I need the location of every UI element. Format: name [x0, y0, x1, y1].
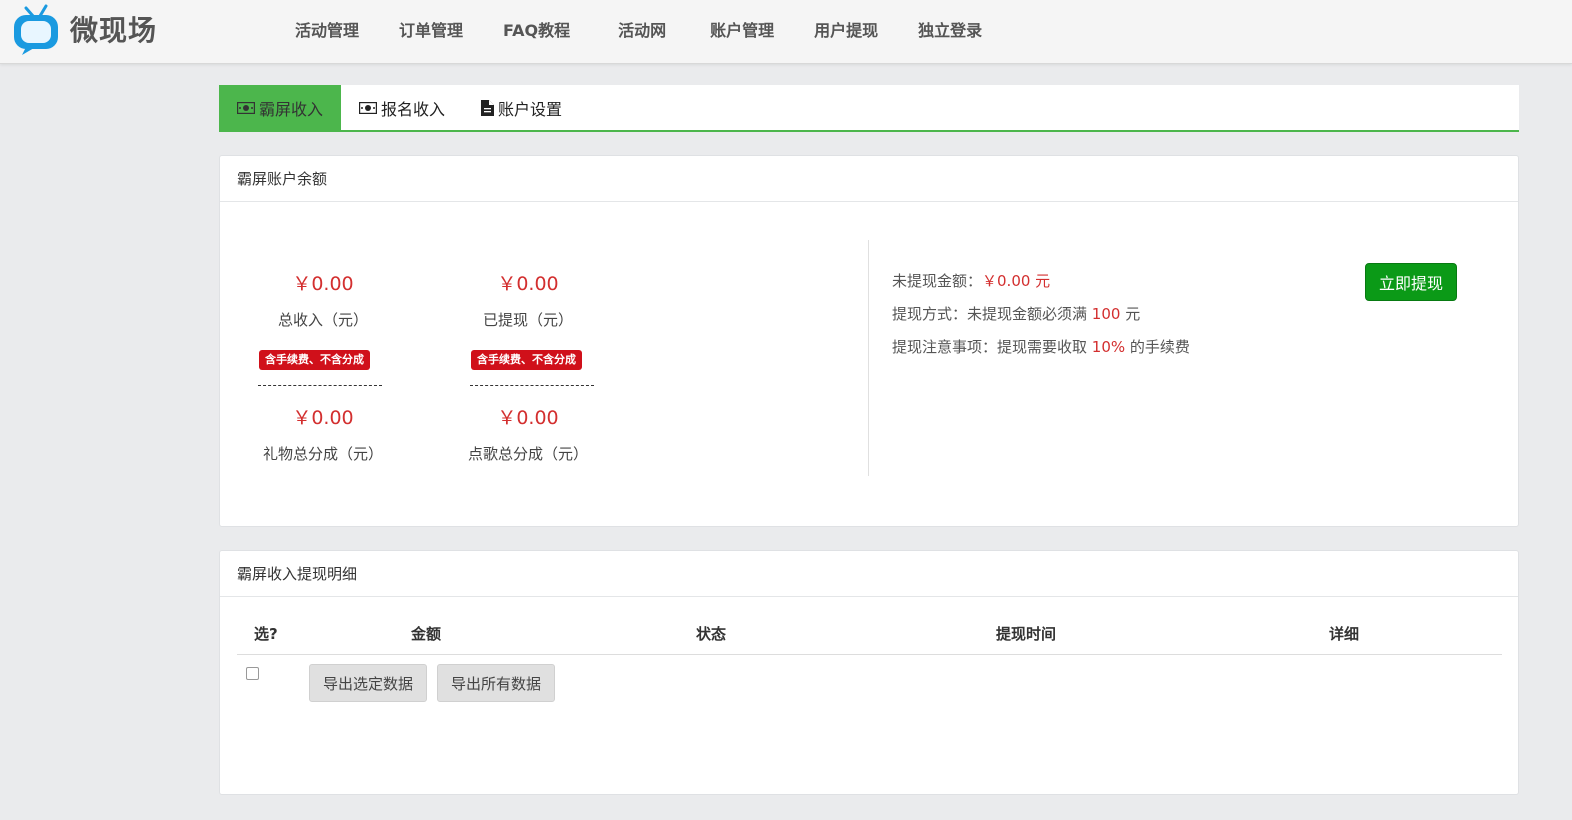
document-icon — [481, 99, 495, 116]
fee-badge: 含手续费、不含分成 — [471, 350, 582, 370]
tab-label: 霸屏收入 — [259, 99, 324, 119]
column-amount: 金额 — [411, 625, 442, 643]
tab-account-settings[interactable]: 账户设置 — [463, 85, 580, 130]
logo-text: 微现场 — [70, 14, 158, 47]
method-value: 100 — [1091, 305, 1121, 323]
nav-account-management[interactable]: 账户管理 — [690, 17, 794, 41]
select-all-checkbox[interactable] — [246, 667, 259, 680]
stat-label: 礼物总分成（元） — [262, 445, 383, 463]
withdraw-method-line: 提现方式：未提现金额必须满 100 元 — [892, 303, 1140, 324]
withdraw-now-button[interactable]: 立即提现 — [1365, 263, 1457, 301]
panel-title: 霸屏收入提现明细 — [220, 551, 1518, 597]
vertical-divider — [868, 240, 869, 476]
balance-panel: 霸屏账户余额 ￥0.00 总收入（元） ￥0.00 已提现（元） 含手续费、不含… — [219, 155, 1519, 527]
export-all-button[interactable]: 导出所有数据 — [437, 664, 556, 702]
stat-value: ￥0.00 — [292, 273, 354, 295]
stat-value: ￥0.00 — [497, 273, 559, 295]
stat-total-income: ￥0.00 总收入（元） — [253, 269, 393, 330]
stat-withdrawn: ￥0.00 已提现（元） — [458, 269, 598, 330]
main-nav: 活动管理 订单管理 FAQ教程 活动网 账户管理 用户提现 独立登录 — [275, 0, 1002, 58]
pending-value: ￥0.00 元 — [982, 272, 1051, 290]
column-select: 选? — [254, 625, 278, 643]
tab-screen-income[interactable]: 霸屏收入 — [219, 85, 342, 130]
nav-activity-management[interactable]: 活动管理 — [275, 17, 379, 41]
notice-suffix: 的手续费 — [1129, 338, 1190, 356]
dashed-divider — [258, 385, 382, 386]
export-selected-button[interactable]: 导出选定数据 — [309, 664, 428, 702]
nav-order-management[interactable]: 订单管理 — [379, 17, 483, 41]
stat-label: 点歌总分成（元） — [467, 445, 588, 463]
cash-icon — [359, 101, 378, 114]
stat-gift-share: ￥0.00 礼物总分成（元） — [253, 403, 393, 464]
cash-icon — [237, 101, 255, 114]
panel-title: 霸屏账户余额 — [220, 156, 1518, 202]
nav-activity-web[interactable]: 活动网 — [594, 17, 690, 41]
column-withdraw-time: 提现时间 — [996, 625, 1057, 643]
withdrawal-detail-panel: 霸屏收入提现明细 选? 金额 状态 提现时间 详细 导出选定数据 导出所有数据 — [219, 550, 1519, 795]
stat-label: 总收入（元） — [277, 311, 368, 329]
pending-label: 未提现金额： — [892, 272, 983, 290]
tab-bar: 霸屏收入 报名收入 账户设置 — [219, 85, 1519, 132]
method-unit: 元 — [1125, 305, 1141, 323]
nav-user-withdrawal[interactable]: 用户提现 — [794, 17, 898, 41]
pending-amount-line: 未提现金额：￥0.00 元 — [892, 270, 1050, 291]
tab-label: 账户设置 — [498, 99, 563, 119]
notice-value: 10% — [1091, 338, 1126, 356]
nav-faq-tutorial[interactable]: FAQ教程 — [483, 17, 594, 41]
column-detail: 详细 — [1329, 625, 1360, 643]
top-bar: 微现场 活动管理 订单管理 FAQ教程 活动网 账户管理 用户提现 独立登录 — [0, 0, 1572, 64]
nav-independent-login[interactable]: 独立登录 — [898, 17, 1002, 41]
table-header: 选? 金额 状态 提现时间 详细 — [237, 611, 1502, 655]
method-label: 提现方式：未提现金额必须满 — [892, 305, 1088, 323]
stat-label: 已提现（元） — [482, 311, 573, 329]
dashed-divider — [470, 385, 594, 386]
stat-value: ￥0.00 — [292, 407, 354, 429]
tab-label: 报名收入 — [381, 99, 446, 119]
logo[interactable]: 微现场 — [12, 2, 157, 56]
stat-value: ￥0.00 — [497, 407, 559, 429]
tv-logo-icon — [14, 4, 58, 55]
withdraw-notice-line: 提现注意事项：提现需要收取 10% 的手续费 — [892, 336, 1190, 357]
column-status: 状态 — [696, 625, 727, 643]
notice-label: 提现注意事项：提现需要收取 — [892, 338, 1088, 356]
tab-signup-income[interactable]: 报名收入 — [341, 85, 463, 130]
fee-badge: 含手续费、不含分成 — [259, 350, 370, 370]
stat-song-share: ￥0.00 点歌总分成（元） — [458, 403, 598, 464]
